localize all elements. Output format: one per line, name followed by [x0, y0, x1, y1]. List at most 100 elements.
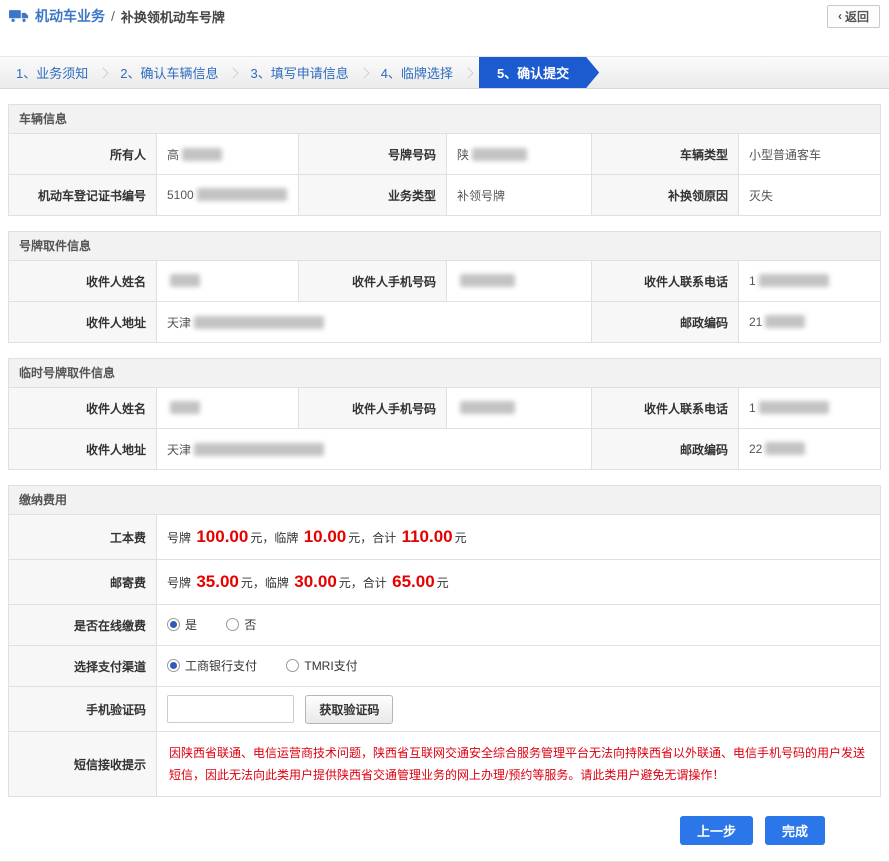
step-1-notice[interactable]: 1、业务须知	[0, 57, 104, 88]
business-type-value: 补领号牌	[447, 175, 592, 216]
table-row: 短信接收提示 因陕西省联通、电信运营商技术问题，陕西省互联网交通安全综合服务管理…	[9, 732, 881, 797]
step-5-confirm-submit[interactable]: 5、确认提交	[479, 57, 599, 88]
captcha-field-cell: 获取验证码	[157, 687, 881, 732]
plate-pickup-section: 号牌取件信息 收件人姓名 收件人手机号码 收件人联系电话 1 收件人地址 天津 …	[8, 231, 881, 343]
redacted-text	[765, 442, 805, 455]
registration-cert-value: 5100	[157, 175, 299, 216]
channel-tmri-option[interactable]: TMRI支付	[286, 657, 357, 674]
redacted-text	[759, 401, 829, 414]
temp-zip-code-value: 22	[739, 429, 881, 470]
recipient-mobile-value	[447, 261, 592, 302]
step-nav: 1、业务须知 2、确认车辆信息 3、填写申请信息 4、临牌选择 5、确认提交	[0, 56, 889, 89]
radio-unchecked-icon[interactable]	[286, 659, 299, 672]
fee-text: 号牌	[167, 531, 194, 545]
table-row: 邮寄费 号牌 35.00元，临牌 30.00元，合计 65.00元	[9, 560, 881, 605]
table-row: 收件人地址 天津 邮政编码 22	[9, 429, 881, 470]
table-row: 收件人姓名 收件人手机号码 收件人联系电话 1	[9, 261, 881, 302]
temp-postage-amount: 30.00	[292, 572, 339, 591]
reason-label: 补换领原因	[592, 175, 739, 216]
production-fee-value: 号牌 100.00元，临牌 10.00元，合计 110.00元	[157, 515, 881, 560]
back-button[interactable]: ‹ 返回	[827, 5, 880, 28]
postage-fee-label: 邮寄费	[9, 560, 157, 605]
zip-code-value: 21	[739, 302, 881, 343]
online-payment-label: 是否在线缴费	[9, 605, 157, 646]
recipient-phone-value: 1	[739, 261, 881, 302]
back-chevron-icon: ‹	[838, 9, 842, 23]
total-fee-amount: 110.00	[400, 527, 455, 546]
postage-fee-value: 号牌 35.00元，临牌 30.00元，合计 65.00元	[157, 560, 881, 605]
redacted-text	[170, 274, 200, 287]
temp-recipient-phone-value: 1	[739, 388, 881, 429]
channel-tmri-label: TMRI支付	[304, 657, 357, 674]
captcha-label: 手机验证码	[9, 687, 157, 732]
channel-icbc-option[interactable]: 工商银行支付	[167, 657, 257, 674]
online-no-option[interactable]: 否	[226, 616, 256, 633]
temp-recipient-address-value: 天津	[157, 429, 592, 470]
vehicle-info-table: 所有人 高 号牌号码 陕 车辆类型 小型普通客车 机动车登记证书编号 5100 …	[8, 133, 881, 216]
radio-checked-icon[interactable]	[167, 659, 180, 672]
online-no-label: 否	[244, 616, 256, 633]
fee-text: 元，临牌	[241, 576, 292, 590]
reason-value: 灭失	[739, 175, 881, 216]
temp-plate-pickup-table: 收件人姓名 收件人手机号码 收件人联系电话 1 收件人地址 天津 邮政编码 22	[8, 387, 881, 470]
redacted-text	[759, 274, 829, 287]
back-button-label: 返回	[845, 8, 869, 25]
table-row: 机动车登记证书编号 5100 业务类型 补领号牌 补换领原因 灭失	[9, 175, 881, 216]
table-row: 收件人姓名 收件人手机号码 收件人联系电话 1	[9, 388, 881, 429]
prev-step-button[interactable]: 上一步	[680, 816, 753, 845]
recipient-address-value: 天津	[157, 302, 592, 343]
plate-number-text: 陕	[457, 148, 469, 162]
temp-recipient-address-text: 天津	[167, 443, 191, 457]
redacted-text	[170, 401, 200, 414]
finish-button[interactable]: 完成	[765, 816, 825, 845]
temp-recipient-name-value	[157, 388, 299, 429]
fee-text: 元	[455, 531, 467, 545]
owner-value-text: 高	[167, 148, 179, 162]
get-captcha-button[interactable]: 获取验证码	[305, 695, 393, 724]
total-postage-amount: 65.00	[390, 572, 437, 591]
redacted-text	[194, 316, 324, 329]
radio-checked-icon[interactable]	[167, 618, 180, 631]
temp-plate-pickup-section: 临时号牌取件信息 收件人姓名 收件人手机号码 收件人联系电话 1 收件人地址 天…	[8, 358, 881, 470]
captcha-input[interactable]	[167, 695, 294, 723]
redacted-text	[460, 274, 515, 287]
temp-recipient-mobile-value	[447, 388, 592, 429]
table-row: 选择支付渠道 工商银行支付 TMRI支付	[9, 646, 881, 687]
registration-cert-text: 5100	[167, 188, 194, 202]
redacted-text	[472, 148, 527, 161]
fee-text: 号牌	[167, 576, 194, 590]
table-row: 手机验证码 获取验证码	[9, 687, 881, 732]
redacted-text	[460, 401, 515, 414]
top-header: 机动车业务 / 补换领机动车号牌 ‹ 返回	[0, 0, 889, 32]
business-type-label: 业务类型	[299, 175, 447, 216]
recipient-phone-text: 1	[749, 274, 756, 288]
payment-channel-label: 选择支付渠道	[9, 646, 157, 687]
page: 机动车业务 / 补换领机动车号牌 ‹ 返回 1、业务须知 2、确认车辆信息 3、…	[0, 0, 889, 862]
online-yes-option[interactable]: 是	[167, 616, 197, 633]
recipient-name-label: 收件人姓名	[9, 261, 157, 302]
step-4-temp-plate[interactable]: 4、临牌选择	[365, 57, 469, 88]
redacted-text	[182, 148, 222, 161]
channel-icbc-label: 工商银行支付	[185, 657, 257, 674]
breadcrumb-separator: /	[111, 8, 115, 24]
table-row: 收件人地址 天津 邮政编码 21	[9, 302, 881, 343]
step-2-confirm-vehicle[interactable]: 2、确认车辆信息	[104, 57, 234, 88]
recipient-mobile-label: 收件人手机号码	[299, 261, 447, 302]
temp-fee-amount: 10.00	[302, 527, 349, 546]
sms-notice-label: 短信接收提示	[9, 732, 157, 797]
online-yes-label: 是	[185, 616, 197, 633]
main-content: 车辆信息 所有人 高 号牌号码 陕 车辆类型 小型普通客车 机动车登记证书编号 …	[0, 89, 889, 861]
vehicle-info-title: 车辆信息	[8, 104, 881, 133]
vehicle-type-label: 车辆类型	[592, 134, 739, 175]
fee-text: 元，临牌	[250, 531, 301, 545]
radio-unchecked-icon[interactable]	[226, 618, 239, 631]
plate-postage-amount: 35.00	[194, 572, 241, 591]
plate-fee-amount: 100.00	[194, 527, 250, 546]
vehicle-service-icon	[9, 9, 29, 23]
temp-plate-pickup-title: 临时号牌取件信息	[8, 358, 881, 387]
owner-value: 高	[157, 134, 299, 175]
temp-recipient-mobile-label: 收件人手机号码	[299, 388, 447, 429]
step-3-fill-application[interactable]: 3、填写申请信息	[234, 57, 364, 88]
zip-code-label: 邮政编码	[592, 302, 739, 343]
payment-section: 缴纳费用 工本费 号牌 100.00元，临牌 10.00元，合计 110.00元…	[8, 485, 881, 797]
